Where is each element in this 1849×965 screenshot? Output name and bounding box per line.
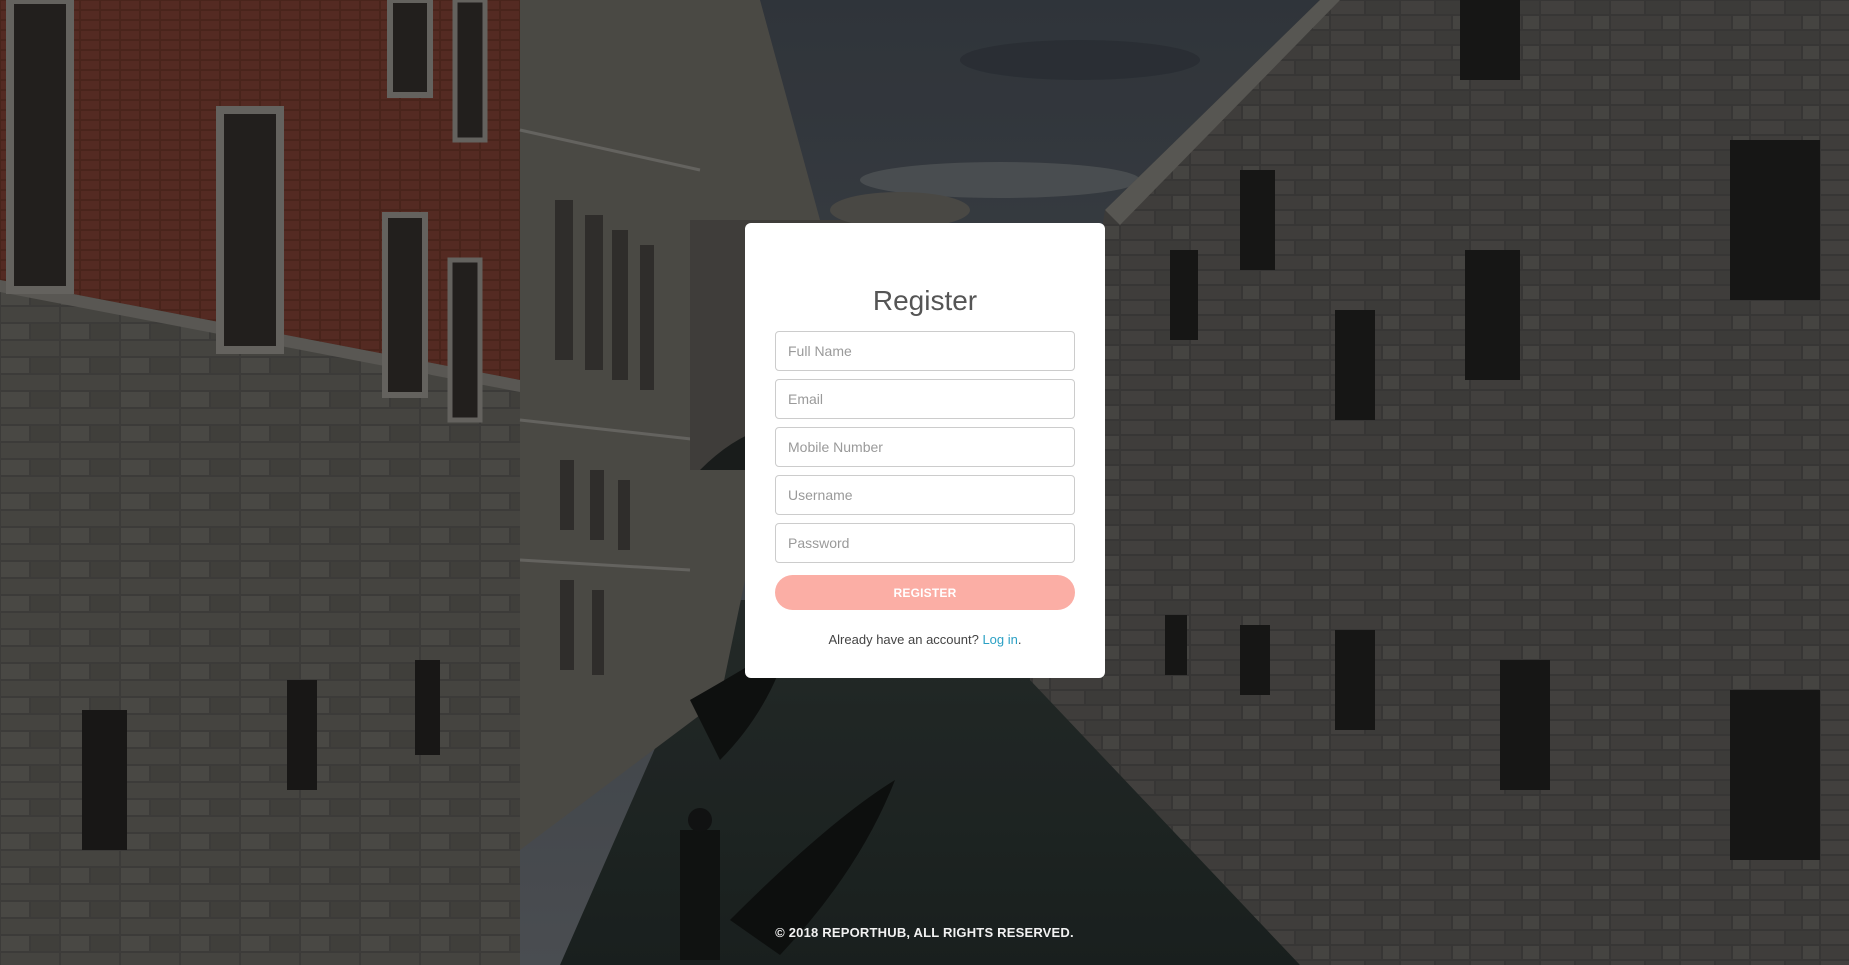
login-link[interactable]: Log in: [982, 632, 1017, 647]
register-card: Register REGISTER Already have an accoun…: [745, 223, 1105, 678]
footer-copyright: © 2018 REPORTHUB, ALL RIGHTS RESERVED.: [775, 925, 1074, 940]
email-input[interactable]: [775, 379, 1075, 419]
register-button[interactable]: REGISTER: [775, 575, 1075, 610]
page-title: Register: [872, 285, 978, 316]
full-name-input[interactable]: [775, 331, 1075, 371]
login-prompt: Already have an account? Log in.: [775, 632, 1075, 647]
username-input[interactable]: [775, 475, 1075, 515]
mobile-number-input[interactable]: [775, 427, 1075, 467]
login-suffix: .: [1017, 632, 1022, 647]
account-prompt-text: Already have an account?: [828, 632, 983, 647]
password-input[interactable]: [775, 523, 1075, 563]
